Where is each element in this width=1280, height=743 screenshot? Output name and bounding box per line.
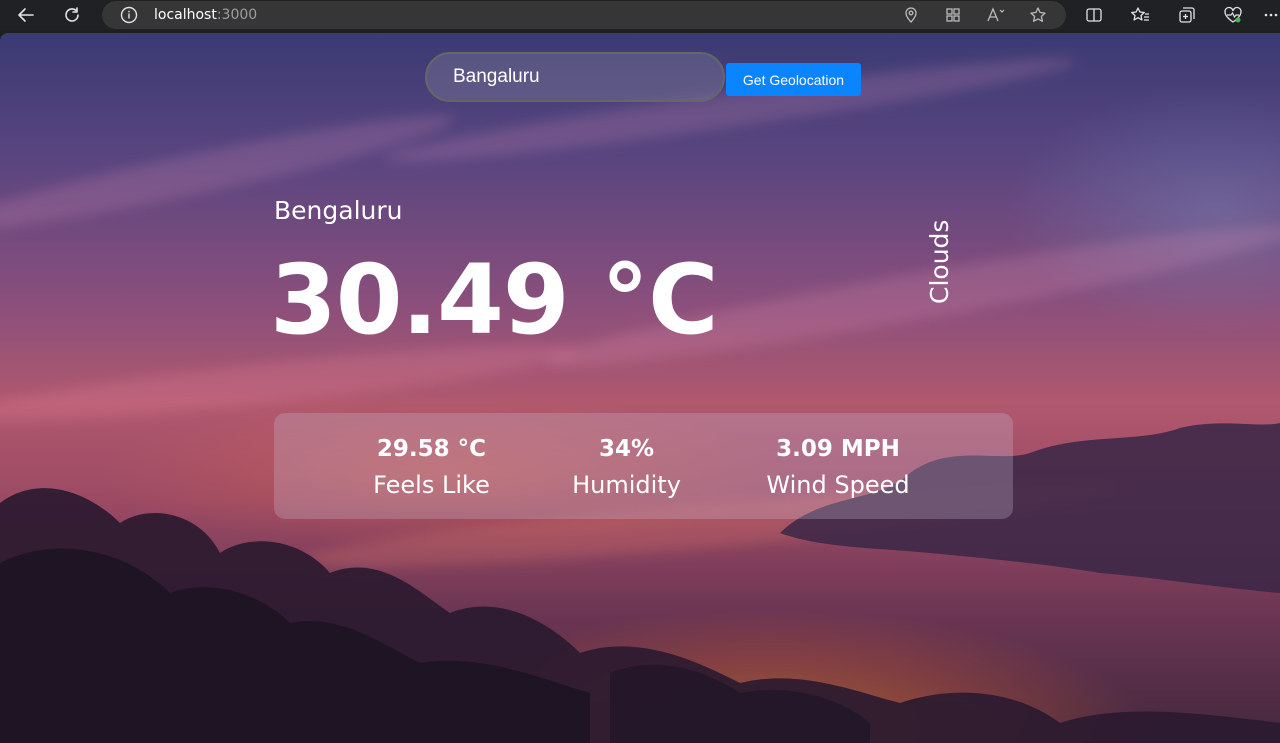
reload-icon[interactable] <box>60 3 84 27</box>
weather-page: Get Geolocation Bengaluru 30.49 °C Cloud… <box>0 33 1280 743</box>
feels-like-value: 29.58 °C <box>376 436 487 462</box>
location-icon[interactable] <box>900 4 922 26</box>
weather-stats-panel: 29.58 °C Feels Like 34% Humidity 3.09 MP… <box>274 413 1013 519</box>
health-icon[interactable] <box>1222 4 1244 26</box>
feels-like-stat: 29.58 °C Feels Like <box>354 431 509 503</box>
humidity-label: Humidity <box>572 471 681 499</box>
feels-like-label: Feels Like <box>373 471 490 499</box>
city-search-input[interactable] <box>425 52 725 102</box>
url-text[interactable]: localhost:3000 <box>154 7 257 23</box>
back-icon[interactable] <box>14 3 38 27</box>
browser-toolbar: localhost:3000 <box>0 0 1280 30</box>
temperature: 30.49 °C <box>270 244 719 356</box>
split-screen-icon[interactable] <box>1083 4 1105 26</box>
humidity-stat: 34% Humidity <box>559 431 694 503</box>
read-aloud-icon[interactable] <box>985 4 1007 26</box>
cloud-silhouettes <box>0 423 1280 743</box>
wind-speed-stat: 3.09 MPH Wind Speed <box>752 431 924 503</box>
get-geolocation-button[interactable]: Get Geolocation <box>726 63 861 96</box>
city-name: Bengaluru <box>274 196 403 225</box>
wind-speed-label: Wind Speed <box>766 471 910 499</box>
humidity-value: 34% <box>598 436 655 462</box>
favorites-icon[interactable] <box>1129 4 1151 26</box>
info-icon[interactable] <box>120 6 138 24</box>
url-port: :3000 <box>216 7 258 23</box>
more-icon[interactable] <box>1262 4 1280 26</box>
url-host: localhost <box>154 7 217 23</box>
apps-icon[interactable] <box>942 4 964 26</box>
collections-icon[interactable] <box>1176 4 1198 26</box>
wind-speed-value: 3.09 MPH <box>776 436 900 462</box>
weather-description: Clouds <box>925 219 954 304</box>
favorite-star-icon[interactable] <box>1027 4 1049 26</box>
